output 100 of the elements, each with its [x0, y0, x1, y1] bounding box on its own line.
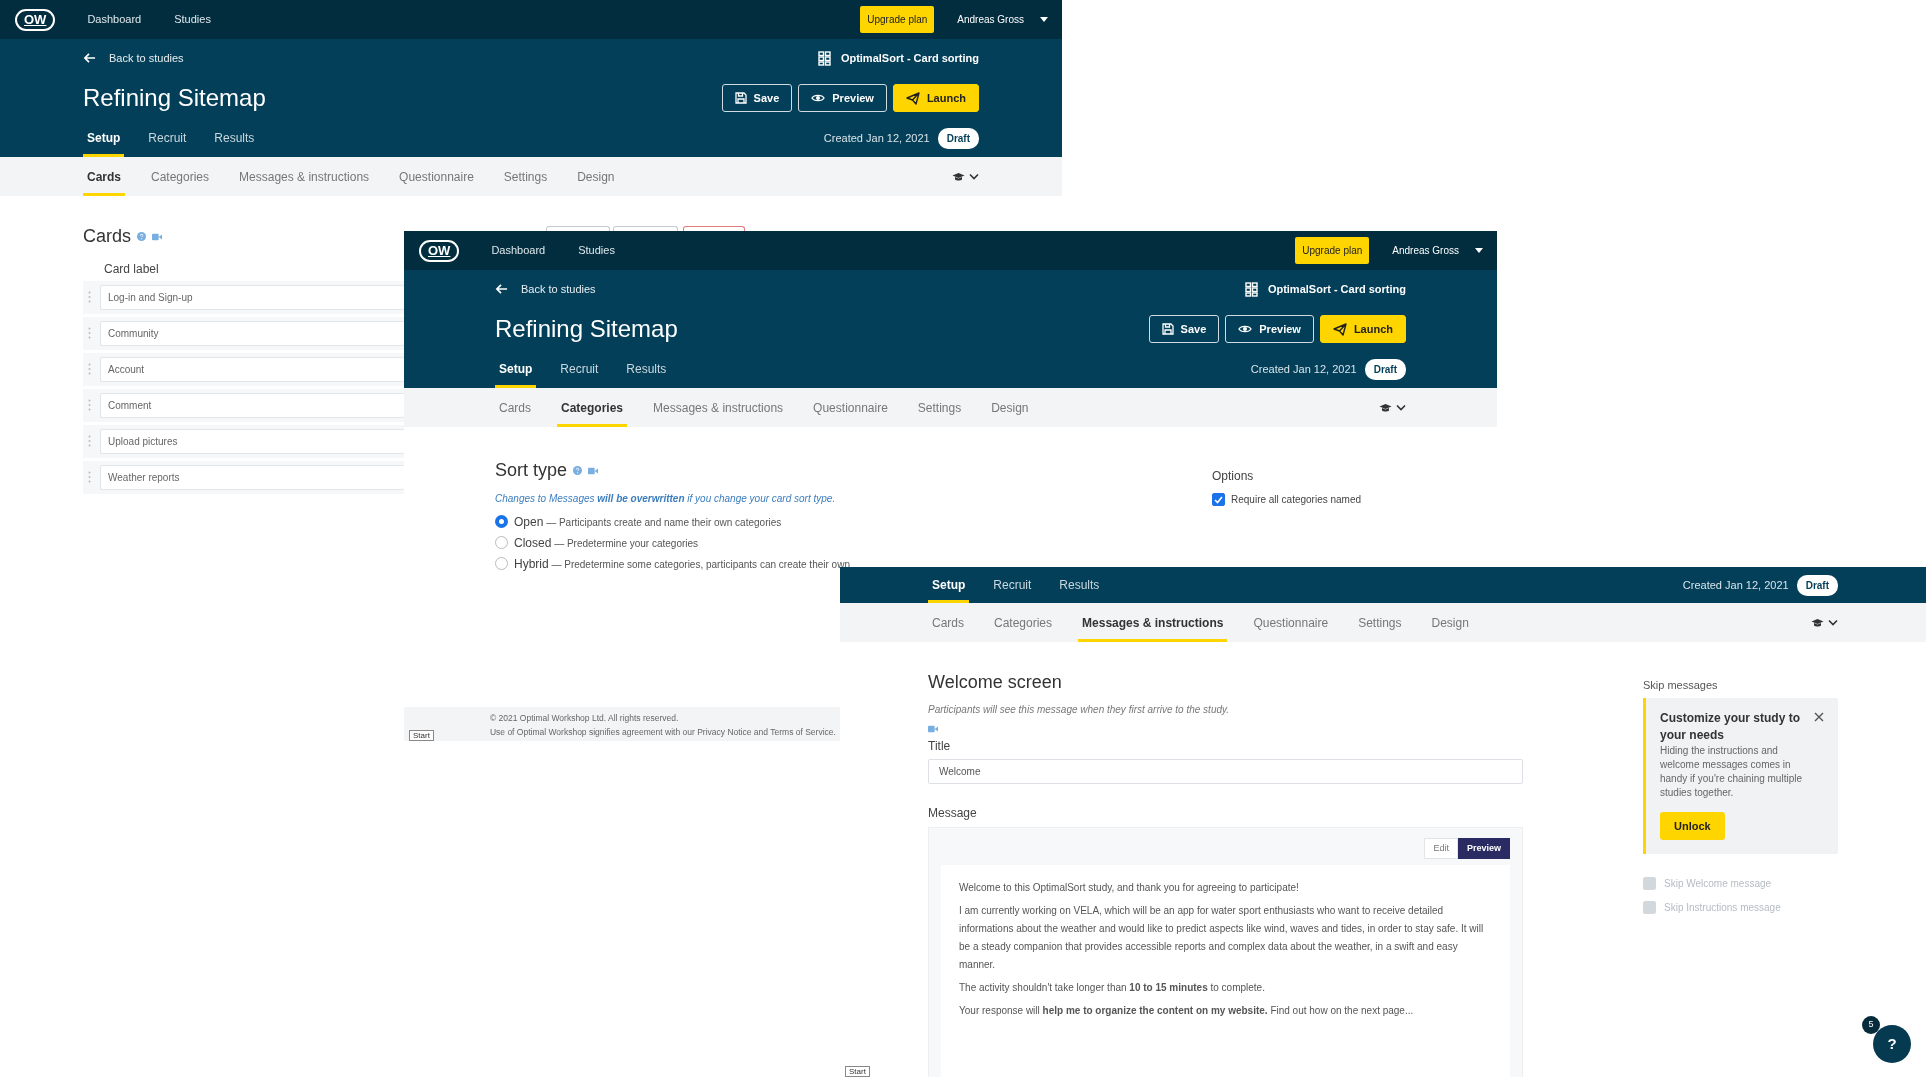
checkbox-label: Skip Welcome message — [1664, 877, 1772, 891]
options-heading: Options — [1212, 468, 1255, 485]
graduation-cap-icon — [952, 171, 965, 182]
study-title: Refining Sitemap — [83, 83, 266, 113]
start-button[interactable]: Start — [409, 730, 434, 741]
tab[interactable]: Messages & instructions — [1078, 603, 1228, 642]
tab[interactable]: Results — [622, 350, 671, 388]
card-input-field[interactable]: Log-in and Sign-up — [100, 284, 404, 310]
upgrade-plan-button[interactable]: Upgrade plan — [1295, 237, 1370, 264]
close-icon[interactable] — [1814, 711, 1824, 722]
nav-link[interactable]: Studies — [174, 11, 211, 28]
video-camera-icon — [928, 724, 938, 733]
tab[interactable]: Settings — [913, 388, 966, 427]
tab[interactable]: Design — [573, 157, 619, 196]
title-input-field[interactable]: Welcome — [928, 758, 1523, 784]
side-heading: Skip messages — [1643, 678, 1719, 693]
checkbox[interactable] — [1212, 493, 1225, 506]
created-date: Created Jan 12, 2021 — [1250, 361, 1357, 377]
mode-toggle[interactable]: Edit — [1424, 837, 1458, 860]
card-input-field[interactable]: Community — [100, 320, 404, 346]
card-input-field[interactable]: Account — [100, 356, 404, 382]
nav-link[interactable]: Studies — [578, 242, 615, 259]
field-label: Message — [928, 804, 978, 822]
tab[interactable]: Recruit — [144, 119, 191, 157]
checkbox-label: Require all categories named — [1231, 493, 1362, 507]
upgrade-plan-button[interactable]: Upgrade plan — [860, 6, 935, 33]
callout-text: Hiding the instructions and welcome messages comes in handy if you're chaining multiple studies together. — [1660, 743, 1803, 800]
tab[interactable]: Messages & instructions — [235, 157, 374, 196]
tab[interactable]: Cards — [83, 157, 125, 196]
save-button[interactable]: Save — [1148, 315, 1220, 343]
unlock-button[interactable]: Unlock — [1660, 811, 1725, 840]
launch-button[interactable]: Launch — [1319, 315, 1406, 343]
help-icon — [137, 232, 146, 242]
nav-link[interactable]: Dashboard — [491, 242, 546, 259]
radio-label: Closed — Predetermine your categories — [514, 534, 699, 552]
status-badge: Draft — [937, 127, 979, 149]
tab[interactable]: Results — [210, 119, 259, 157]
tab[interactable]: Categories — [147, 157, 214, 196]
logo[interactable]: OW — [419, 239, 460, 262]
save-button[interactable]: Save — [721, 84, 793, 112]
tab[interactable]: Cards — [928, 603, 968, 642]
tab[interactable]: Settings — [1354, 603, 1406, 642]
tab[interactable]: Settings — [499, 157, 552, 196]
paper-plane-icon — [1332, 322, 1347, 336]
hint-text: Participants will see this message when they first arrive to the study. — [928, 702, 1231, 717]
tab[interactable]: Categories — [557, 388, 628, 427]
caret-down-icon — [1475, 248, 1483, 253]
study-type-label: OptimalSort - Card sorting — [1267, 281, 1406, 297]
terms-link[interactable]: Terms of Service — [770, 727, 834, 737]
tab[interactable]: Categories — [990, 603, 1057, 642]
tab[interactable]: Messages & instructions — [649, 388, 788, 427]
nav-link[interactable]: Dashboard — [87, 11, 142, 28]
tab[interactable]: Questionnaire — [809, 388, 892, 427]
tab[interactable]: Cards — [495, 388, 535, 427]
privacy-link[interactable]: Privacy Notice — [697, 727, 752, 737]
grid-icon — [817, 50, 831, 66]
caret-down-icon — [1040, 17, 1048, 22]
message-paragraph: Your response will help me to organize the content on my website. Find out how on the next page... — [959, 1004, 1415, 1019]
radio-button[interactable] — [495, 515, 508, 529]
section-heading: Cards — [83, 226, 131, 248]
tab[interactable]: Design — [987, 388, 1033, 427]
terms-text: Use of Optimal Workshop signifies agreement with our Privacy Notice and Terms of Service. — [489, 726, 836, 739]
back-link[interactable]: Back to studies — [83, 49, 184, 67]
preview-button[interactable]: Preview — [1225, 315, 1314, 343]
tab[interactable]: Design — [1427, 603, 1473, 642]
start-button[interactable]: Start — [845, 1066, 870, 1077]
user-menu[interactable]: Andreas Gross — [957, 12, 1048, 27]
grid-icon — [1244, 281, 1258, 297]
hint-text: Changes to Messages will be overwritten if you change your card sort type. — [495, 491, 837, 506]
card-input-field[interactable]: Upload pictures — [100, 428, 404, 454]
help-icon — [573, 466, 583, 476]
launch-button[interactable]: Launch — [892, 84, 979, 112]
message-paragraph: I am currently working on VELA, which will be an app for water sport enthusiasts who want to receive detailed informations about the weather and would like to predict aspects like wind, waves and tides, in order to stay safe. It will be a steady companion that provides accessible reports and complex data about the weather, in a swift and easy manner. — [959, 904, 1485, 973]
preview-button[interactable]: Preview — [798, 84, 887, 112]
tab[interactable]: Questionnaire — [395, 157, 478, 196]
radio-button[interactable] — [495, 557, 508, 571]
mode-toggle[interactable]: Preview — [1457, 837, 1510, 860]
tab[interactable]: Recruit — [989, 567, 1036, 603]
section-heading: Welcome screen — [928, 672, 1063, 694]
arrow-left-icon — [495, 283, 508, 295]
tab[interactable]: Recruit — [556, 350, 603, 388]
eye-icon — [811, 93, 826, 103]
logo[interactable]: OW — [15, 8, 56, 31]
created-date: Created Jan 12, 2021 — [823, 130, 930, 146]
back-link[interactable]: Back to studies — [495, 280, 596, 298]
chevron-down-icon — [1396, 404, 1406, 411]
status-badge: Draft — [1364, 358, 1406, 380]
eye-icon — [1238, 324, 1253, 334]
card-input-field[interactable]: Comment — [100, 392, 404, 418]
tab[interactable]: Questionnaire — [1249, 603, 1333, 642]
user-menu[interactable]: Andreas Gross — [1392, 243, 1483, 258]
radio-label: Open — Participants create and name their own categories — [514, 513, 782, 531]
tab[interactable]: Results — [1055, 567, 1104, 603]
arrow-left-icon — [83, 52, 96, 64]
study-type-label: OptimalSort - Card sorting — [840, 50, 979, 66]
column-header: Card label — [103, 260, 160, 278]
message-paragraph: The activity shouldn't take longer than 10 to 15 minutes to complete. — [959, 981, 1266, 996]
card-input-field[interactable]: Weather reports — [100, 464, 404, 490]
message-paragraph: Welcome to this OptimalSort study, and thank you for agreeing to participate! — [959, 881, 1300, 896]
radio-button[interactable] — [495, 536, 508, 550]
